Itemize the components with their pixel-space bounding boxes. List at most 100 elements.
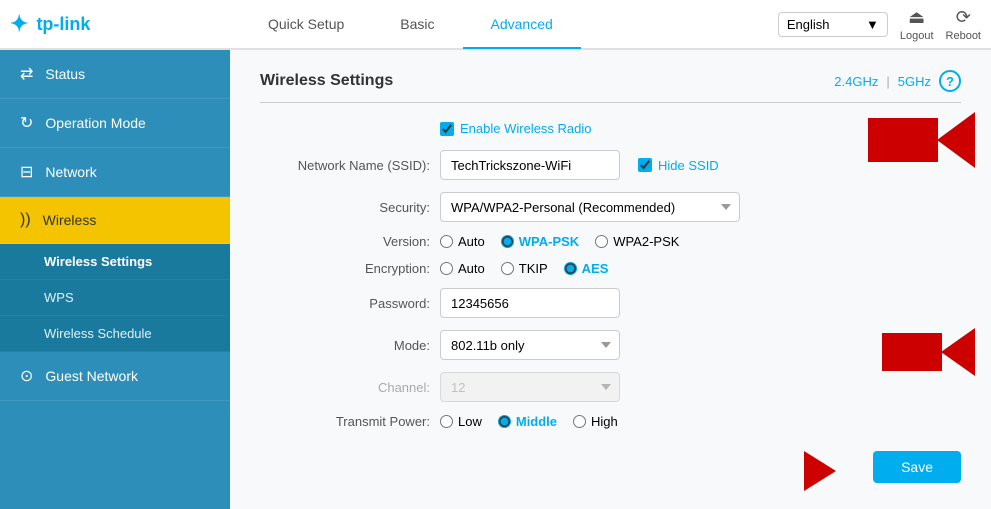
encryption-auto-radio[interactable] <box>440 262 453 275</box>
encryption-tkip-label: TKIP <box>519 261 548 276</box>
version-auto-option[interactable]: Auto <box>440 234 485 249</box>
version-wpa2psk-radio[interactable] <box>595 235 608 248</box>
transmit-low-option[interactable]: Low <box>440 414 482 429</box>
transmit-middle-option[interactable]: Middle <box>498 414 557 429</box>
encryption-auto-option[interactable]: Auto <box>440 261 485 276</box>
version-wpa2psk-option[interactable]: WPA2-PSK <box>595 234 679 249</box>
encryption-label: Encryption: <box>260 261 430 276</box>
version-wpapsk-option[interactable]: WPA-PSK <box>501 234 579 249</box>
version-auto-label: Auto <box>458 234 485 249</box>
sidebar-item-wireless[interactable]: )) Wireless <box>0 197 230 244</box>
sidebar-sub-wps[interactable]: WPS <box>0 280 230 316</box>
logout-button[interactable]: ⏏ Logout <box>900 7 934 42</box>
freq-2g-link[interactable]: 2.4GHz <box>834 74 878 89</box>
reboot-label: Reboot <box>946 30 981 42</box>
ssid-row: Network Name (SSID): Hide SSID <box>260 150 960 180</box>
sidebar-item-label: Wireless <box>43 212 97 228</box>
sidebar-sub-wireless-schedule[interactable]: Wireless Schedule <box>0 316 230 352</box>
transmit-low-radio[interactable] <box>440 415 453 428</box>
sidebar-item-label: Status <box>45 66 85 82</box>
chevron-down-icon: ▼ <box>866 17 879 32</box>
arrow-head <box>804 451 836 491</box>
reboot-button[interactable]: ⟳ Reboot <box>946 7 981 42</box>
network-icon: ⊟ <box>20 162 33 182</box>
encryption-tkip-radio[interactable] <box>501 262 514 275</box>
enable-wireless-label[interactable]: Enable Wireless Radio <box>460 121 592 136</box>
transmit-radio-group: Low Middle High <box>440 414 618 429</box>
sidebar-item-operation-mode[interactable]: ↻ Operation Mode <box>0 99 230 148</box>
version-auto-radio[interactable] <box>440 235 453 248</box>
sidebar-item-guest-network[interactable]: ⊙ Guest Network <box>0 352 230 401</box>
sidebar-item-label: Guest Network <box>45 368 138 384</box>
security-select[interactable]: WPA/WPA2-Personal (Recommended) WPA-Pers… <box>440 192 740 222</box>
logout-icon: ⏏ <box>908 7 925 28</box>
arrow-head <box>937 112 975 168</box>
mode-label: Mode: <box>260 338 430 353</box>
freq-separator: | <box>886 74 889 89</box>
sub-item-label: Wireless Schedule <box>44 326 152 341</box>
content-area: Wireless Settings 2.4GHz | 5GHz ? Enable… <box>230 50 991 509</box>
tab-advanced[interactable]: Advanced <box>463 1 581 49</box>
hide-ssid-checkbox[interactable] <box>638 158 652 172</box>
save-button[interactable]: Save <box>873 451 961 483</box>
freq-5g-link[interactable]: 5GHz <box>898 74 931 89</box>
transmit-label: Transmit Power: <box>260 414 430 429</box>
mode-select[interactable]: 802.11b only 802.11g only 802.11n only 8… <box>440 330 620 360</box>
logout-label: Logout <box>900 30 934 42</box>
sidebar-item-label: Operation Mode <box>45 115 145 131</box>
enable-wireless-checkbox[interactable] <box>440 122 454 136</box>
arrow-shaft <box>868 118 938 162</box>
language-selector[interactable]: English ▼ <box>778 12 888 37</box>
version-wpapsk-radio[interactable] <box>501 235 514 248</box>
sidebar-item-network[interactable]: ⊟ Network <box>0 148 230 197</box>
tab-basic[interactable]: Basic <box>372 1 462 49</box>
transmit-middle-label: Middle <box>516 414 557 429</box>
red-arrow-1 <box>868 112 975 168</box>
version-radio-group: Auto WPA-PSK WPA2-PSK <box>440 234 679 249</box>
tab-quick-setup[interactable]: Quick Setup <box>240 1 372 49</box>
wireless-submenu: Wireless Settings WPS Wireless Schedule <box>0 244 230 352</box>
channel-label: Channel: <box>260 380 430 395</box>
encryption-auto-label: Auto <box>458 261 485 276</box>
help-icon[interactable]: ? <box>939 70 961 92</box>
password-row: Password: <box>260 288 960 318</box>
nav-right: English ▼ ⏏ Logout ⟳ Reboot <box>778 7 981 42</box>
hide-ssid-area: Hide SSID <box>638 158 719 173</box>
channel-row: Channel: 12 <box>260 372 960 402</box>
transmit-high-radio[interactable] <box>573 415 586 428</box>
sub-item-label: Wireless Settings <box>44 254 152 269</box>
sidebar-item-status[interactable]: ⇄ Status <box>0 50 230 99</box>
version-label: Version: <box>260 234 430 249</box>
transmit-power-row: Transmit Power: Low Middle High <box>260 414 960 429</box>
password-input[interactable] <box>440 288 620 318</box>
section-header: Wireless Settings 2.4GHz | 5GHz ? <box>260 70 961 103</box>
hide-ssid-label[interactable]: Hide SSID <box>658 158 719 173</box>
encryption-aes-label: AES <box>582 261 609 276</box>
ssid-input[interactable] <box>440 150 620 180</box>
frequency-links: 2.4GHz | 5GHz <box>834 74 931 89</box>
transmit-middle-radio[interactable] <box>498 415 511 428</box>
arrow-shaft <box>882 333 942 371</box>
version-row: Version: Auto WPA-PSK WPA2-PSK <box>260 234 960 249</box>
sidebar-sub-wireless-settings[interactable]: Wireless Settings <box>0 244 230 280</box>
arrow-head <box>941 328 975 376</box>
status-icon: ⇄ <box>20 64 33 84</box>
red-arrow-3 <box>804 451 836 491</box>
guest-network-icon: ⊙ <box>20 366 33 386</box>
version-wpa2psk-label: WPA2-PSK <box>613 234 679 249</box>
encryption-aes-option[interactable]: AES <box>564 261 609 276</box>
transmit-high-option[interactable]: High <box>573 414 618 429</box>
logo-area: ✦ tp-link <box>10 11 240 37</box>
sidebar: ⇄ Status ↻ Operation Mode ⊟ Network )) W… <box>0 50 230 509</box>
wireless-icon: )) <box>20 211 31 229</box>
transmit-low-label: Low <box>458 414 482 429</box>
top-navigation: ✦ tp-link Quick Setup Basic Advanced Eng… <box>0 0 991 50</box>
sub-item-label: WPS <box>44 290 74 305</box>
reboot-icon: ⟳ <box>956 7 971 28</box>
encryption-tkip-option[interactable]: TKIP <box>501 261 548 276</box>
page-title: Wireless Settings <box>260 72 393 90</box>
logo-text: tp-link <box>36 14 90 35</box>
main-layout: ⇄ Status ↻ Operation Mode ⊟ Network )) W… <box>0 50 991 509</box>
encryption-aes-radio[interactable] <box>564 262 577 275</box>
mode-row: Mode: 802.11b only 802.11g only 802.11n … <box>260 330 960 360</box>
